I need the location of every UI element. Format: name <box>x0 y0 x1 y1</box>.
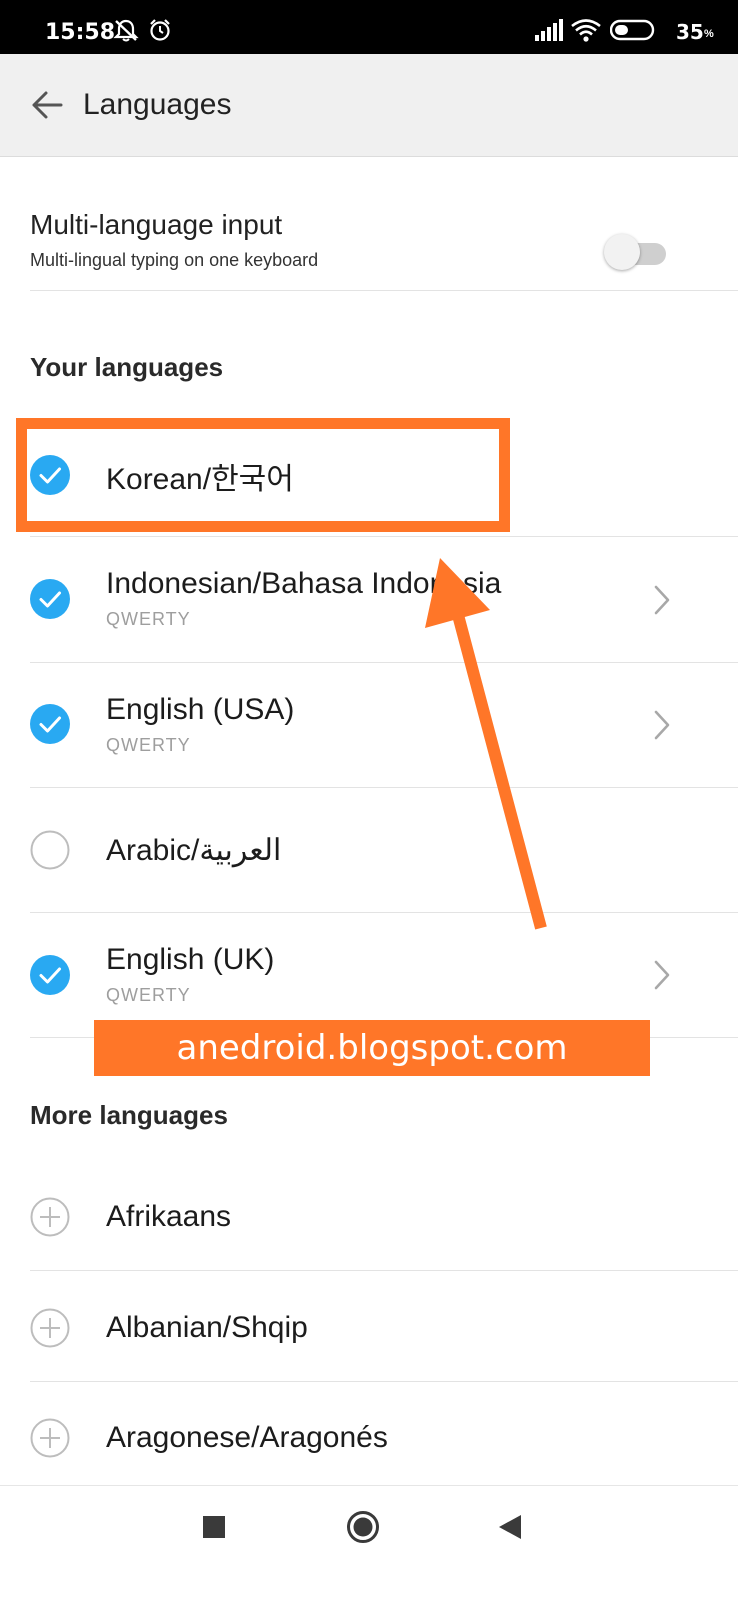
watermark-label: anedroid.blogspot.com <box>94 1020 650 1076</box>
multi-language-input-row[interactable]: Multi-language input Multi-lingual typin… <box>0 157 738 295</box>
back-triangle-icon[interactable] <box>497 1513 523 1541</box>
toggle-thumb <box>604 234 640 270</box>
recents-square-icon[interactable] <box>202 1515 226 1539</box>
chevron-right-icon[interactable] <box>650 706 674 744</box>
language-name: English (UK) <box>106 943 275 976</box>
back-arrow-icon[interactable] <box>30 88 64 122</box>
status-bar: 15:58 35 % <box>0 0 738 54</box>
language-name: Afrikaans <box>106 1200 232 1233</box>
unchecked-circle-icon[interactable] <box>30 830 70 870</box>
more-languages-header: More languages <box>30 1100 228 1130</box>
more-language-item-albanian[interactable]: Albanian/Shqip <box>0 1271 738 1381</box>
multi-language-toggle[interactable] <box>604 232 668 270</box>
multi-language-subtitle: Multi-lingual typing on one keyboard <box>30 250 319 270</box>
language-item-english-uk[interactable]: English (UK) QWERTY <box>0 913 738 1037</box>
language-item-english-usa[interactable]: English (USA) QWERTY <box>0 663 738 787</box>
highlight-box <box>16 418 510 532</box>
your-languages-header: Your languages <box>30 352 224 382</box>
chevron-right-icon[interactable] <box>650 956 674 994</box>
multi-language-title: Multi-language input <box>30 209 283 240</box>
language-name: Albanian/Shqip <box>106 1311 308 1344</box>
chevron-right-icon[interactable] <box>650 581 674 619</box>
home-circle-icon[interactable] <box>346 1510 380 1544</box>
language-item-arabic[interactable]: Arabic/العربية <box>0 788 738 912</box>
checked-circle-icon[interactable] <box>30 955 70 995</box>
language-name: Aragonese/Aragonés <box>106 1421 388 1454</box>
wifi-icon <box>571 19 601 42</box>
keyboard-layout-label: QWERTY <box>106 985 191 1005</box>
page-title: Languages <box>83 88 232 121</box>
add-circle-icon[interactable] <box>30 1418 70 1458</box>
battery-level: 35 <box>676 20 704 44</box>
battery-icon <box>610 19 655 41</box>
keyboard-layout-label: QWERTY <box>106 735 191 755</box>
navigation-bar <box>0 1485 738 1601</box>
checked-circle-icon[interactable] <box>30 579 70 619</box>
battery-unit: % <box>704 28 714 40</box>
add-circle-icon[interactable] <box>30 1197 70 1237</box>
alarm-icon <box>150 19 170 41</box>
app-bar: Languages <box>0 54 738 157</box>
status-time: 15:58 <box>45 20 116 45</box>
checked-circle-icon[interactable] <box>30 704 70 744</box>
signal-icon <box>535 19 563 41</box>
more-language-item-aragonese[interactable]: Aragonese/Aragonés <box>0 1382 738 1484</box>
add-circle-icon[interactable] <box>30 1308 70 1348</box>
language-name: Arabic/العربية <box>106 834 282 867</box>
divider <box>30 290 738 291</box>
mute-icon <box>113 19 139 42</box>
language-name: English (USA) <box>106 693 295 726</box>
language-name: Indonesian/Bahasa Indonesia <box>106 567 502 600</box>
more-language-item-afrikaans[interactable]: Afrikaans <box>0 1160 738 1270</box>
keyboard-layout-label: QWERTY <box>106 609 191 629</box>
language-item-indonesian[interactable]: Indonesian/Bahasa Indonesia QWERTY <box>0 537 738 661</box>
